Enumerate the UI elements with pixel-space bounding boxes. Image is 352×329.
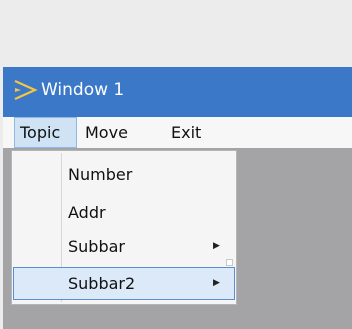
menu-item-label: Subbar <box>68 237 125 256</box>
topic-dropdown-menu: Number Addr Subbar ▶ Subbar2 ▶ <box>11 150 237 305</box>
menu-item-subbar2[interactable]: Subbar2 ▶ <box>13 267 235 300</box>
menu-move[interactable]: Move <box>85 117 157 148</box>
submenu-arrow-icon: ▶ <box>213 278 220 288</box>
menu-item-label: Subbar2 <box>68 274 136 293</box>
submenu-arrow-icon: ▶ <box>213 241 220 251</box>
menu-topic[interactable]: Topic <box>14 117 77 148</box>
menu-bar: Topic Move Exit <box>3 117 352 148</box>
yellow-arrow-logo-icon <box>14 79 38 101</box>
menu-item-subbar[interactable]: Subbar ▶ <box>13 230 235 263</box>
menu-exit[interactable]: Exit <box>171 117 231 148</box>
window-titlebar[interactable]: Window 1 <box>3 67 352 117</box>
resize-grip-icon[interactable] <box>226 259 233 266</box>
menu-item-label: Addr <box>68 203 106 222</box>
menu-item-number[interactable]: Number <box>13 158 235 191</box>
window-title: Window 1 <box>41 80 125 100</box>
menu-item-addr[interactable]: Addr <box>13 196 235 229</box>
menu-item-label: Number <box>68 165 133 184</box>
